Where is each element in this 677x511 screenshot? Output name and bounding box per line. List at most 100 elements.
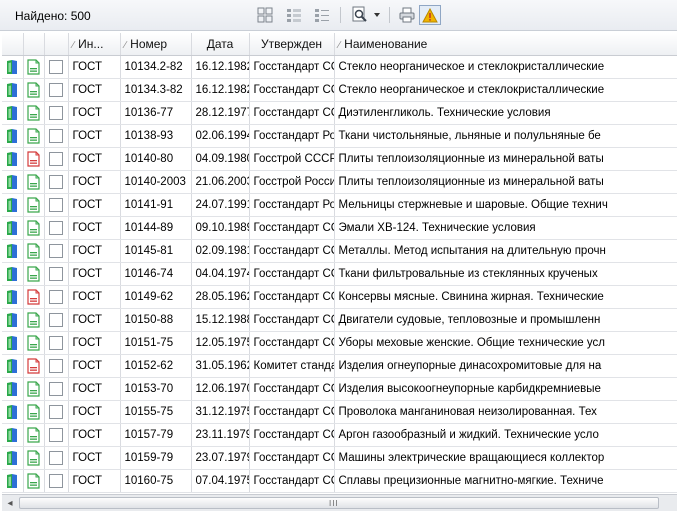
book-icon[interactable] (2, 354, 24, 378)
book-icon[interactable] (2, 193, 24, 217)
book-icon[interactable] (2, 147, 24, 171)
row-checkbox[interactable] (44, 55, 69, 79)
book-icon[interactable] (2, 285, 24, 309)
table-row[interactable]: ГОСТ10157-7923.11.1979Госстандарт СС...А… (2, 423, 677, 447)
document-icon[interactable] (23, 55, 45, 79)
book-icon[interactable] (2, 377, 24, 401)
document-icon[interactable] (23, 331, 45, 355)
table-row[interactable]: ГОСТ10134.3-8216.12.1982Госстандарт СС..… (2, 78, 677, 102)
document-icon[interactable] (23, 101, 45, 125)
table-row[interactable]: ГОСТ10160-7507.04.1975Госстандарт СС...С… (2, 469, 677, 493)
document-icon[interactable] (23, 262, 45, 286)
book-icon[interactable] (2, 423, 24, 447)
book-icon[interactable] (2, 400, 24, 424)
row-checkbox[interactable] (44, 262, 69, 286)
table-row[interactable]: ГОСТ10144-8909.10.1989Госстандарт СС...Э… (2, 216, 677, 240)
book-icon[interactable] (2, 216, 24, 240)
scroll-thumb[interactable]: III (19, 497, 659, 509)
scroll-left-arrow-icon[interactable]: ◂ (2, 495, 18, 511)
document-icon[interactable] (23, 400, 45, 424)
book-icon[interactable] (2, 78, 24, 102)
document-icon[interactable] (23, 423, 45, 447)
warning-icon[interactable] (419, 5, 441, 25)
table-row[interactable]: ГОСТ10145-8102.09.1981Госстандарт СС...М… (2, 239, 677, 263)
row-checkbox[interactable] (44, 193, 69, 217)
book-icon[interactable] (2, 239, 24, 263)
document-icon[interactable] (23, 124, 45, 148)
document-icon[interactable] (23, 193, 45, 217)
table-row[interactable]: ГОСТ10155-7531.12.1975Госстандарт СС...П… (2, 400, 677, 424)
book-icon[interactable] (2, 101, 24, 125)
pdf-document-icon[interactable] (23, 354, 45, 378)
table-row[interactable]: ГОСТ10152-6231.05.1962Комитет станда...И… (2, 354, 677, 378)
table-row[interactable]: ГОСТ10150-8815.12.1988Госстандарт СС...Д… (2, 308, 677, 332)
document-icon[interactable] (23, 469, 45, 493)
table-row[interactable]: ГОСТ 10140-2003 21.06.2003 Госстрой России П… (2, 170, 677, 194)
list-view-icon[interactable] (256, 5, 274, 25)
header-book-column[interactable] (2, 33, 24, 56)
header-check-column[interactable] (44, 33, 69, 56)
document-icon[interactable] (23, 78, 45, 102)
detail-view-icon[interactable] (313, 5, 331, 25)
document-icon[interactable] (23, 377, 45, 401)
table-row[interactable]: ГОСТ10151-7512.05.1975Госстандарт СС...У… (2, 331, 677, 355)
document-icon[interactable] (23, 216, 45, 240)
pdf-document-icon[interactable] (23, 285, 45, 309)
table-row[interactable]: ГОСТ10153-7012.06.1970Госстандарт СС...И… (2, 377, 677, 401)
cell-name: Изделия высокоогнеупорные карбидкремниев… (334, 377, 677, 401)
table-row[interactable]: ГОСТ10134.2-8216.12.1982Госстандарт СС..… (2, 55, 677, 79)
row-checkbox[interactable] (44, 400, 69, 424)
cell-number: 10159-79 (120, 446, 192, 470)
book-icon[interactable] (2, 331, 24, 355)
table-row[interactable]: ГОСТ10138-9302.06.1994Госстандарт Ро...Т… (2, 124, 677, 148)
book-icon[interactable] (2, 55, 24, 79)
header-number[interactable]: ∕ Номер (120, 33, 192, 56)
table-row[interactable]: ГОСТ10149-6228.05.1962Госстандарт СС...К… (2, 285, 677, 309)
table-row[interactable]: ГОСТ10141-9124.07.1991Госстандарт Ро...М… (2, 193, 677, 217)
search-icon[interactable] (350, 5, 370, 25)
row-checkbox[interactable] (44, 377, 69, 401)
book-icon[interactable] (2, 262, 24, 286)
document-icon[interactable] (23, 239, 45, 263)
cell-approved: Госстандарт СС... (249, 55, 335, 79)
document-icon[interactable] (23, 446, 45, 470)
row-checkbox[interactable] (44, 216, 69, 240)
horizontal-scrollbar[interactable]: ◂ III (2, 494, 677, 511)
row-checkbox[interactable] (44, 308, 69, 332)
row-checkbox[interactable] (44, 78, 69, 102)
row-checkbox[interactable] (44, 285, 69, 309)
dropdown-icon[interactable] (372, 5, 382, 25)
book-icon[interactable] (2, 124, 24, 148)
book-icon[interactable] (2, 446, 24, 470)
table-row[interactable]: ГОСТ10146-7404.04.1974Госстандарт СС...Т… (2, 262, 677, 286)
book-icon[interactable] (2, 170, 24, 194)
header-approved[interactable]: Утвержден (249, 33, 335, 56)
document-icon[interactable] (23, 170, 45, 194)
row-checkbox[interactable] (44, 446, 69, 470)
row-checkbox[interactable] (44, 354, 69, 378)
row-checkbox[interactable] (44, 423, 69, 447)
book-icon[interactable] (2, 308, 24, 332)
row-checkbox[interactable] (44, 331, 69, 355)
row-checkbox[interactable] (44, 239, 69, 263)
document-icon[interactable] (23, 308, 45, 332)
header-date[interactable]: Дата (191, 33, 250, 56)
grid-view-icon[interactable] (285, 5, 303, 25)
row-checkbox[interactable] (44, 469, 69, 493)
pdf-document-icon[interactable] (23, 147, 45, 171)
row-checkbox[interactable] (44, 101, 69, 125)
row-checkbox[interactable] (44, 124, 69, 148)
header-file-column[interactable] (23, 33, 45, 56)
row-checkbox[interactable] (44, 170, 69, 194)
header-name[interactable]: ∕ Наименование (334, 33, 677, 56)
table-row[interactable]: ГОСТ10136-7728.12.1977Госстандарт СС...Д… (2, 101, 677, 125)
cell-number: 10150-88 (120, 308, 192, 332)
header-index[interactable]: ∕ Ин... (68, 33, 121, 56)
book-icon[interactable] (2, 469, 24, 493)
cell-approved: Госстандарт СС... (249, 331, 335, 355)
print-icon[interactable] (397, 5, 417, 25)
cell-approved: Госстандарт СС... (249, 216, 335, 240)
row-checkbox[interactable] (44, 147, 69, 171)
table-row[interactable]: ГОСТ 10140-80 04.09.1980 Госстрой СССР Плиты… (2, 147, 677, 171)
table-row[interactable]: ГОСТ10159-7923.07.1979Госстандарт СС...М… (2, 446, 677, 470)
